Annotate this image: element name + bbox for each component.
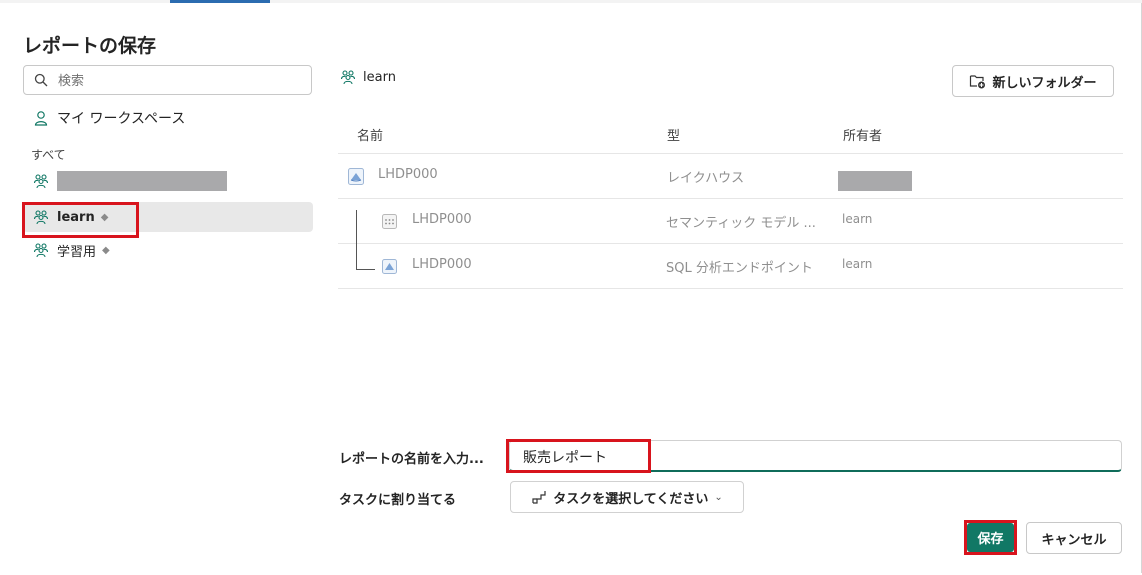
sidebar-item-learn[interactable]: learn ◆ (23, 202, 313, 232)
sidebar-item-study[interactable]: 学習用 ◆ (23, 235, 313, 265)
redacted-workspace-name (57, 171, 227, 191)
premium-diamond-icon: ◆ (100, 211, 109, 223)
search-icon (34, 73, 48, 87)
save-report-dialog: レポートの保存 マイ ワークスペース すべて learn ◆ 学習用 ◆ lea… (0, 3, 1142, 573)
item-name: LHDP000 (378, 167, 438, 182)
search-box[interactable] (23, 65, 312, 95)
breadcrumb: learn (340, 69, 396, 85)
column-header-name[interactable]: 名前 (357, 125, 383, 144)
sidebar-item-redacted-workspace[interactable] (23, 166, 313, 196)
chevron-down-icon: ⌄ (714, 491, 723, 503)
workspace-icon (33, 173, 49, 189)
sidebar-item-label: learn (57, 209, 95, 225)
semantic-model-icon (382, 214, 397, 229)
item-name: LHDP000 (412, 212, 472, 227)
table-row: LHDP000 レイクハウス (338, 153, 1123, 199)
report-name-label: レポートの名前を入力... (339, 452, 484, 467)
task-steps-icon (531, 489, 547, 505)
table-row: LHDP000 セマンティック モデル ... learn (338, 198, 1123, 244)
workspace-icon (33, 242, 49, 258)
report-name-field[interactable] (509, 440, 1122, 472)
search-input[interactable] (56, 70, 300, 92)
new-folder-label: 新しいフォルダー (992, 75, 1097, 91)
sidebar-item-my-workspace[interactable]: マイ ワークスペース (23, 103, 313, 133)
item-type: レイクハウス (667, 171, 745, 186)
breadcrumb-label: learn (363, 69, 396, 85)
save-button[interactable]: 保存 (967, 523, 1014, 552)
item-owner: learn (842, 212, 873, 226)
workspace-icon (33, 209, 49, 225)
section-label-all: すべて (31, 148, 66, 162)
tree-connector (356, 210, 375, 270)
table-divider (338, 288, 1123, 289)
sidebar-item-label: 学習用 (57, 244, 97, 260)
folder-add-icon (969, 73, 986, 89)
report-name-input[interactable] (521, 446, 1105, 468)
column-header-type[interactable]: 型 (667, 125, 680, 144)
workspace-icon (340, 69, 356, 85)
sql-endpoint-icon (382, 259, 397, 274)
new-folder-button[interactable]: 新しいフォルダー (952, 65, 1114, 97)
redacted-owner (838, 171, 912, 191)
item-name: LHDP000 (412, 257, 472, 272)
table-row: LHDP000 SQL 分析エンドポイント learn (338, 243, 1123, 289)
cancel-button[interactable]: キャンセル (1026, 522, 1122, 554)
item-owner: learn (842, 257, 873, 271)
sidebar-item-label: マイ ワークスペース (57, 111, 186, 127)
person-icon (33, 110, 49, 126)
premium-diamond-icon: ◆ (102, 244, 110, 256)
select-task-dropdown[interactable]: タスクを選択してください ⌄ (510, 481, 744, 513)
lakehouse-icon (348, 168, 364, 185)
item-type: SQL 分析エンドポイント (666, 261, 813, 276)
assign-task-label: タスクに割り当てる (339, 493, 457, 508)
select-task-label: タスクを選択してください (553, 491, 709, 507)
column-header-owner[interactable]: 所有者 (843, 125, 882, 144)
dialog-title: レポートの保存 (23, 35, 157, 57)
item-type: セマンティック モデル ... (666, 216, 816, 231)
